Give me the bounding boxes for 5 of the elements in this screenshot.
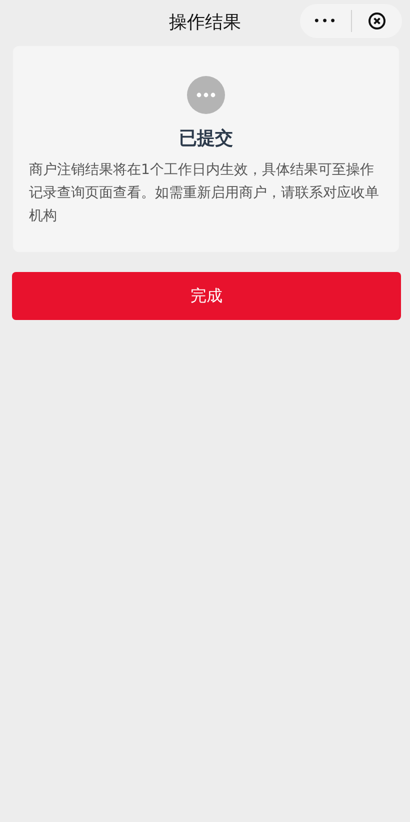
page-title: 操作结果 [169, 11, 241, 34]
close-icon[interactable] [368, 12, 386, 30]
status-title: 已提交 [179, 127, 233, 150]
status-message: 商户注销结果将在1个工作日内生效，具体结果可至操作记录查询页面查看。如需重新启用商户，请联系对应收单机构 [29, 161, 380, 226]
done-button[interactable]: 完成 [12, 272, 401, 320]
